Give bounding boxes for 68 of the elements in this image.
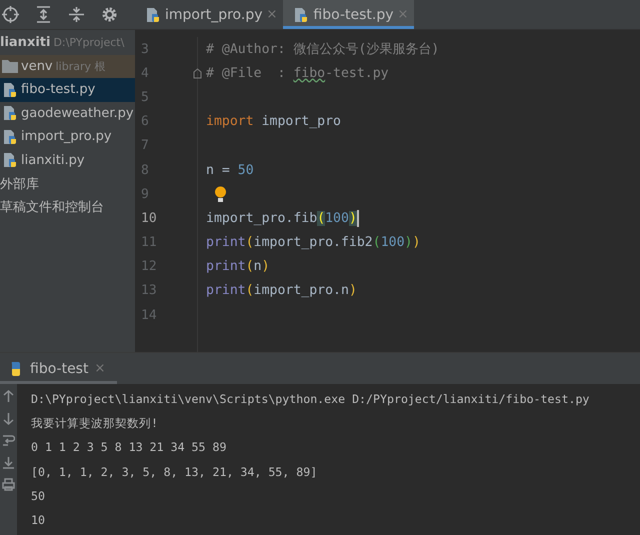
line-number: 11 (141, 235, 157, 250)
target-icon[interactable] (2, 6, 19, 23)
python-file-icon (145, 6, 161, 22)
item-name: lianxiti.py (21, 152, 85, 168)
line-number: 10 (141, 210, 157, 226)
code-line: print(import_pro.fib2(100)) (206, 235, 420, 250)
tab-label: fibo-test.py (313, 6, 394, 22)
collapse-all-icon[interactable] (68, 6, 85, 23)
console-output-line: D:\PYproject\lianxiti\venv\Scripts\python.exe D:/PYproject/lianxiti/fibo-test.py (31, 392, 590, 406)
code-line: # @Author: 微信公众号(沙果服务台) (206, 41, 440, 58)
settings-icon[interactable] (101, 6, 118, 23)
item-name: 外部库 (0, 176, 39, 193)
down-arrow-icon[interactable] (2, 412, 15, 425)
tree-item[interactable]: 外部库 (0, 172, 135, 196)
item-detail: D:\PYproject\ (53, 36, 124, 50)
line-number: 8 (141, 162, 149, 178)
scroll-to-end-icon[interactable] (2, 456, 15, 469)
python-file-icon (2, 152, 18, 168)
item-name: import_pro.py (21, 129, 112, 144)
code-line: n = 50 (206, 162, 254, 178)
code-line: import_pro.fib(100) (206, 210, 357, 226)
item-name: fibo-test.py (21, 82, 96, 98)
console-output-line: 50 (31, 488, 45, 503)
console-output-line: 我要计算斐波那契数列! (31, 416, 158, 431)
item-name: gaodeweather.py (21, 106, 134, 121)
item-name: lianxiti (0, 35, 50, 50)
line-number: 12 (141, 259, 157, 274)
line-number: 6 (141, 114, 149, 130)
python-file-icon (2, 128, 18, 145)
code-line: import import_pro (206, 114, 341, 130)
tree-item[interactable]: lianxiti.py (0, 148, 135, 172)
python-file-icon (293, 6, 310, 22)
python-file-icon (2, 105, 18, 122)
folder-icon (2, 59, 18, 74)
console-output-line: [0, 1, 1, 2, 3, 5, 8, 13, 21, 34, 55, 89] (31, 464, 318, 479)
console-output-line: 0 1 1 2 3 5 8 13 21 34 55 89 (31, 440, 226, 454)
editor-tab[interactable]: import_pro.py × (135, 0, 284, 29)
run-tab[interactable]: fibo-test × (0, 353, 118, 384)
line-number: 7 (141, 138, 149, 154)
up-arrow-icon[interactable] (2, 390, 15, 403)
tab-label: fibo-test (30, 360, 88, 376)
print-icon[interactable] (2, 478, 15, 491)
code-line: print(n) (206, 259, 270, 274)
item-detail: library 根 (56, 58, 106, 74)
line-number: 14 (141, 308, 157, 323)
tree-item[interactable]: lianxiti D:\PYproject\ (0, 31, 135, 54)
item-name: 草稿文件和控制台 (0, 199, 104, 216)
console-output-line: 10 (31, 513, 45, 528)
item-name: venv (21, 58, 53, 74)
python-file-icon (2, 82, 18, 98)
tree-item[interactable]: venv library 根 (0, 54, 135, 78)
tree-item[interactable]: 草稿文件和控制台 (0, 196, 135, 219)
expand-all-icon[interactable] (35, 6, 52, 23)
fold-icon[interactable] (193, 68, 202, 79)
line-number: 4 (141, 66, 149, 81)
tab-label: import_pro.py (165, 6, 263, 22)
line-number: 9 (141, 186, 149, 202)
lightbulb-icon[interactable] (214, 186, 227, 203)
code-line: print(import_pro.n) (206, 283, 357, 298)
tree-item[interactable]: fibo-test.py (0, 78, 135, 102)
tree-item[interactable]: import_pro.py (0, 125, 135, 148)
wrap-icon[interactable] (2, 434, 15, 447)
tree-item[interactable]: gaodeweather.py (0, 102, 135, 125)
code-line: # @File : fibo-test.py (206, 66, 389, 81)
line-number: 5 (141, 90, 149, 105)
line-number: 3 (141, 42, 149, 57)
line-number: 13 (141, 283, 157, 298)
editor-tab[interactable]: fibo-test.py × (283, 0, 414, 29)
